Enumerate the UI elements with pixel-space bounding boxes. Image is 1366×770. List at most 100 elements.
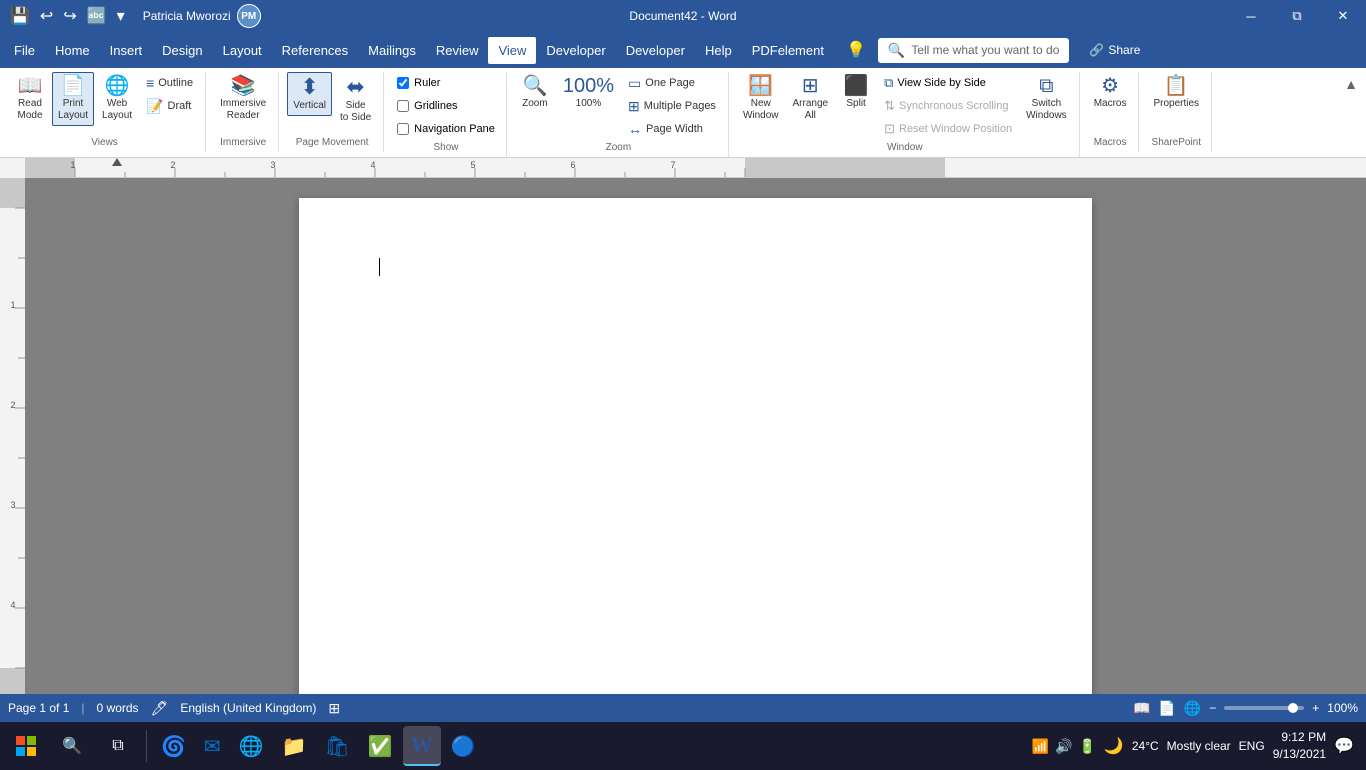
read-mode-status-icon[interactable]: 📖 xyxy=(1133,700,1150,717)
taskbar: 🔍 ⧉ 🌀 ✉ 🌐 📁 🛍 ✅ W 🔵 📶 🔊 🔋 🌙 24°C Mostly … xyxy=(0,722,1366,770)
customize-icon[interactable]: ▾ xyxy=(115,4,127,28)
zoom-slider[interactable] xyxy=(1224,706,1304,710)
arrange-all-button[interactable]: ⊞ ArrangeAll xyxy=(787,72,835,126)
menu-developer1[interactable]: Developer xyxy=(536,37,615,64)
taskbar-edge[interactable]: 🌀 xyxy=(153,726,194,766)
synchronous-scrolling-button[interactable]: ⇅ Synchronous Scrolling xyxy=(878,95,1018,117)
menu-bar: File Home Insert Design Layout Reference… xyxy=(0,32,1366,68)
menu-pdfelement[interactable]: PDFelement xyxy=(742,37,834,64)
immersive-reader-button[interactable]: 📚 ImmersiveReader xyxy=(214,72,272,126)
view-side-by-side-button[interactable]: ⧉ View Side by Side xyxy=(878,72,1018,94)
web-layout-status-icon[interactable]: 🌐 xyxy=(1184,700,1201,717)
show-content: Ruler Gridlines Navigation Pane xyxy=(392,72,500,140)
page-movement-content: ⬍ Vertical ⬌ Sideto Side xyxy=(287,72,377,135)
menu-insert[interactable]: Insert xyxy=(100,37,153,64)
battery-icon[interactable]: 🔋 xyxy=(1078,738,1095,755)
weather-icon[interactable]: 🌙 xyxy=(1104,736,1124,756)
save-icon[interactable]: 💾 xyxy=(8,4,32,28)
taskbar-word[interactable]: W xyxy=(403,726,441,766)
page-width-button[interactable]: ↔ Page Width xyxy=(622,118,722,140)
lang-indicator[interactable]: ENG xyxy=(1239,739,1265,753)
volume-icon[interactable]: 🔊 xyxy=(1055,738,1072,755)
menu-references[interactable]: References xyxy=(272,37,358,64)
new-window-icon: 🪟 xyxy=(748,76,773,96)
one-page-button[interactable]: ▭ One Page xyxy=(622,72,722,94)
menu-view[interactable]: View xyxy=(488,37,536,64)
draft-button[interactable]: 📝 Draft xyxy=(140,95,199,117)
zoom-out-icon[interactable]: − xyxy=(1209,701,1216,715)
reset-window-position-button[interactable]: ⊡ Reset Window Position xyxy=(878,118,1018,140)
views-content: 📖 ReadMode 📄 PrintLayout 🌐 WebLayout ≡ O… xyxy=(10,72,199,135)
network-icon[interactable]: 📶 xyxy=(1032,738,1049,755)
immersive-label: Immersive xyxy=(214,135,272,148)
navigation-pane-checkbox[interactable] xyxy=(397,123,409,135)
menu-developer2[interactable]: Developer xyxy=(616,37,695,64)
undo-icon[interactable]: ↩ xyxy=(38,4,55,28)
multiple-pages-button[interactable]: ⊞ Multiple Pages xyxy=(622,95,722,117)
tell-me-input[interactable]: 🔍 Tell me what you want to do xyxy=(878,38,1070,63)
ruler-corner xyxy=(0,158,25,178)
outline-button[interactable]: ≡ Outline xyxy=(140,72,199,94)
print-layout-icon: 📄 xyxy=(61,76,86,96)
ribbon-group-window: 🪟 NewWindow ⊞ ArrangeAll ⬛ Split ⧉ View … xyxy=(731,72,1080,157)
read-mode-button[interactable]: 📖 ReadMode xyxy=(10,72,50,126)
taskbar-edge-browser[interactable]: 🌐 xyxy=(231,726,272,766)
share-button[interactable]: 🔗 Share xyxy=(1077,39,1152,61)
minimize-button[interactable]: ─ xyxy=(1228,0,1274,32)
start-button[interactable] xyxy=(4,726,48,766)
views-label: Views xyxy=(10,135,199,148)
menu-home[interactable]: Home xyxy=(45,37,100,64)
switch-windows-button[interactable]: ⧉ SwitchWindows xyxy=(1020,72,1073,126)
menu-layout[interactable]: Layout xyxy=(213,37,272,64)
collapse-ribbon-button[interactable]: ▲ xyxy=(1340,72,1362,96)
menu-review[interactable]: Review xyxy=(426,37,489,64)
zoom-100-icon: 100% xyxy=(563,76,614,96)
svg-text:4: 4 xyxy=(370,160,375,170)
taskbar-file-explorer[interactable]: 📁 xyxy=(274,726,315,766)
ruler-checkbox[interactable] xyxy=(397,77,409,89)
ruler-checkbox-label[interactable]: Ruler xyxy=(392,72,500,94)
menu-design[interactable]: Design xyxy=(152,37,212,64)
task-view-button[interactable]: ⧉ xyxy=(96,726,140,766)
web-layout-button[interactable]: 🌐 WebLayout xyxy=(96,72,138,126)
vertical-button[interactable]: ⬍ Vertical xyxy=(287,72,332,116)
zoom-level[interactable]: 100% xyxy=(1327,701,1358,715)
gridlines-checkbox-label[interactable]: Gridlines xyxy=(392,95,500,117)
restore-button[interactable]: ⧉ xyxy=(1274,0,1320,32)
auto-save-icon[interactable]: 🔤 xyxy=(85,4,109,28)
print-layout-status-icon[interactable]: 📄 xyxy=(1158,700,1175,717)
search-button[interactable]: 🔍 xyxy=(50,726,94,766)
menu-help[interactable]: Help xyxy=(695,37,742,64)
gridlines-checkbox[interactable] xyxy=(397,100,409,112)
split-button[interactable]: ⬛ Split xyxy=(836,72,876,114)
document-page[interactable] xyxy=(299,198,1092,694)
zoom-100-button[interactable]: 100% 100% xyxy=(557,72,620,114)
new-window-button[interactable]: 🪟 NewWindow xyxy=(737,72,785,126)
avatar[interactable]: PM xyxy=(237,4,261,28)
taskbar-todo[interactable]: ✅ xyxy=(360,726,401,766)
navigation-pane-checkbox-label[interactable]: Navigation Pane xyxy=(392,118,500,140)
properties-button[interactable]: 📋 Properties xyxy=(1147,72,1205,114)
macros-button[interactable]: ⚙ Macros xyxy=(1088,72,1133,114)
notification-icon[interactable]: 💬 xyxy=(1334,736,1354,756)
track-changes-icon[interactable]: ⊞ xyxy=(328,700,340,717)
proofing-icon[interactable]: 🖊 xyxy=(151,700,169,717)
zoom-button[interactable]: 🔍 Zoom xyxy=(515,72,555,114)
redo-icon[interactable]: ↪ xyxy=(61,4,78,28)
taskbar-store[interactable]: 🛍 xyxy=(316,726,357,766)
svg-text:4: 4 xyxy=(10,600,15,610)
close-button[interactable]: ✕ xyxy=(1320,0,1366,32)
draft-icon: 📝 xyxy=(146,98,163,115)
zoom-in-icon[interactable]: + xyxy=(1312,701,1319,715)
clock-time: 9:12 PM xyxy=(1273,729,1326,746)
page-movement-label: Page Movement xyxy=(287,135,377,148)
menu-file[interactable]: File xyxy=(4,37,45,64)
taskbar-chrome[interactable]: 🔵 xyxy=(443,726,484,766)
side-to-side-button[interactable]: ⬌ Sideto Side xyxy=(334,72,377,128)
clock[interactable]: 9:12 PM 9/13/2021 xyxy=(1273,729,1326,763)
taskbar-mail[interactable]: ✉ xyxy=(196,726,229,766)
print-layout-button[interactable]: 📄 PrintLayout xyxy=(52,72,94,126)
language[interactable]: English (United Kingdom) xyxy=(180,701,316,715)
menu-mailings[interactable]: Mailings xyxy=(358,37,426,64)
document-background[interactable] xyxy=(25,178,1366,694)
